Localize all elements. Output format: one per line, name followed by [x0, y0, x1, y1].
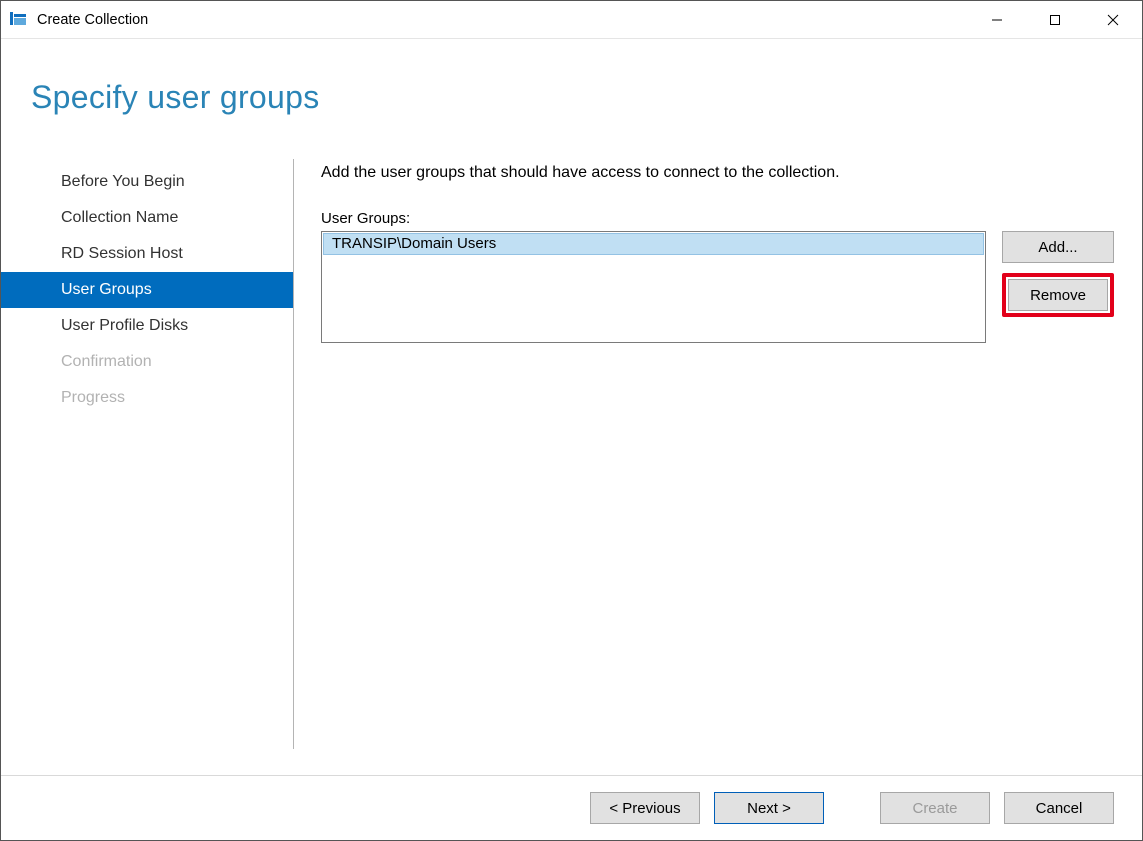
sidebar-item-label: Progress — [61, 389, 125, 406]
remove-highlight: Remove — [1002, 273, 1114, 317]
user-groups-listbox[interactable]: TRANSIP\Domain Users — [321, 231, 986, 343]
sidebar-item-confirmation: Confirmation — [33, 344, 293, 380]
list-item-text: TRANSIP\Domain Users — [332, 235, 496, 252]
wizard-sidebar: Before You Begin Collection Name RD Sess… — [33, 164, 293, 416]
remove-button[interactable]: Remove — [1008, 279, 1108, 311]
window-title: Create Collection — [37, 12, 148, 28]
sidebar-item-progress: Progress — [33, 380, 293, 416]
window-controls — [968, 1, 1142, 38]
button-label: < Previous — [609, 800, 680, 817]
sidebar-item-label: RD Session Host — [61, 245, 183, 262]
content-pane: Add the user groups that should have acc… — [321, 164, 1114, 343]
button-label: Cancel — [1036, 800, 1083, 817]
sidebar-item-label: Collection Name — [61, 209, 178, 226]
cancel-button[interactable]: Cancel — [1004, 792, 1114, 824]
sidebar-item-rd-session-host[interactable]: RD Session Host — [33, 236, 293, 272]
page-heading: Specify user groups — [31, 79, 320, 116]
sidebar-item-label: User Groups — [61, 281, 152, 298]
sidebar-item-label: Before You Begin — [61, 173, 185, 190]
button-label: Create — [912, 800, 957, 817]
minimize-button[interactable] — [968, 1, 1026, 38]
sidebar-item-user-profile-disks[interactable]: User Profile Disks — [33, 308, 293, 344]
vertical-divider — [293, 159, 294, 749]
sidebar-item-label: User Profile Disks — [61, 317, 188, 334]
titlebar: Create Collection — [1, 1, 1142, 39]
app-icon — [9, 11, 27, 29]
instruction-text: Add the user groups that should have acc… — [321, 164, 1114, 182]
add-button[interactable]: Add... — [1002, 231, 1114, 263]
create-button: Create — [880, 792, 990, 824]
maximize-button[interactable] — [1026, 1, 1084, 38]
close-button[interactable] — [1084, 1, 1142, 38]
list-item[interactable]: TRANSIP\Domain Users — [323, 233, 984, 255]
sidebar-item-user-groups[interactable]: User Groups — [1, 272, 293, 308]
button-label: Remove — [1030, 287, 1086, 304]
sidebar-item-before-you-begin[interactable]: Before You Begin — [33, 164, 293, 200]
wizard-footer: < Previous Next > Create Cancel — [1, 776, 1142, 840]
button-label: Add... — [1038, 239, 1077, 256]
button-label: Next > — [747, 800, 791, 817]
sidebar-item-label: Confirmation — [61, 353, 152, 370]
sidebar-item-collection-name[interactable]: Collection Name — [33, 200, 293, 236]
next-button[interactable]: Next > — [714, 792, 824, 824]
user-groups-label: User Groups: — [321, 210, 1114, 227]
previous-button[interactable]: < Previous — [590, 792, 700, 824]
